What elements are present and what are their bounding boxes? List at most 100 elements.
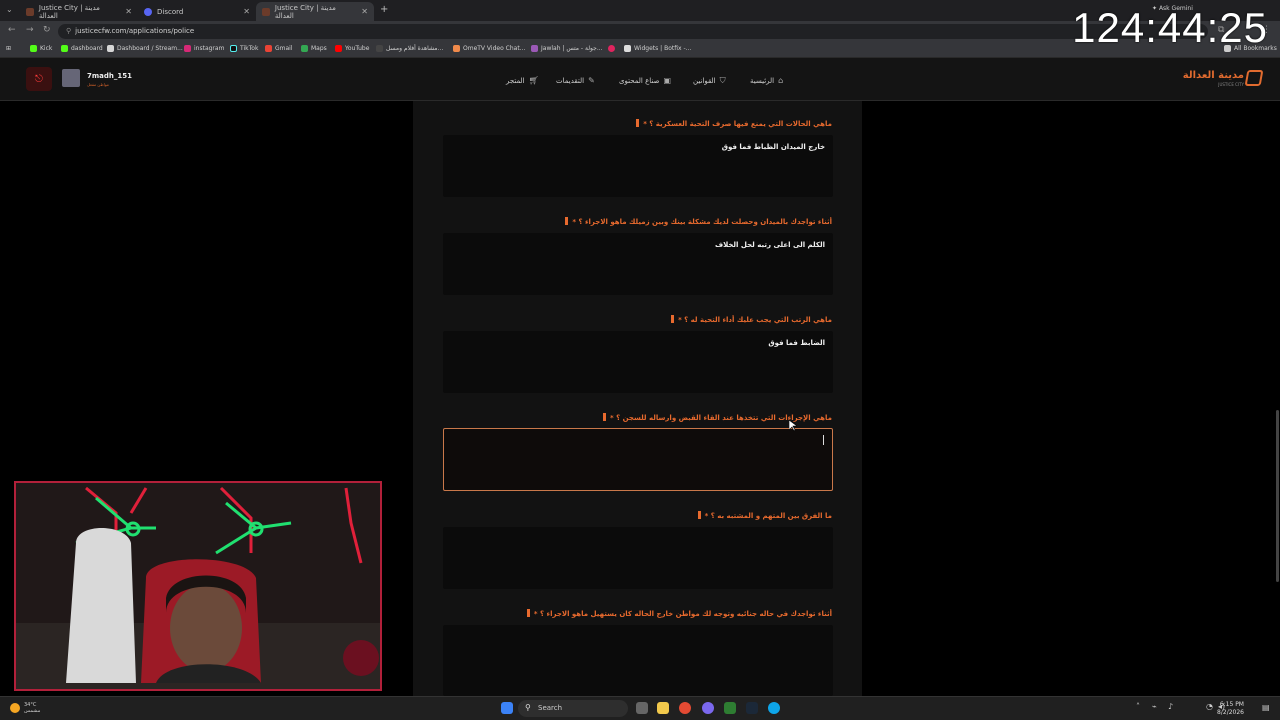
bookmark-dashboard-stream[interactable]: Dashboard / Stream... [107,45,183,52]
microphone-icon[interactable]: ♪ [1168,702,1173,711]
brand-sub: JUSTICE CITY [1218,82,1244,87]
tab-title: Justice City | مدينة العدالة [274,3,336,20]
bookmark-widgets[interactable]: Widgets | Botfix -... [624,45,691,52]
question-label: ماهي الحالات التي يمنع فيها صرف التحية ا… [636,119,832,128]
windows-start-icon[interactable] [501,702,513,714]
url-input[interactable]: ⚲ justicecfw.com/applications/police [58,24,1208,39]
bookmark-label: YouTube [345,45,370,52]
browser-tab-2[interactable]: Discord ✕ [138,2,256,21]
answer-text: الكلم الى اعلى رتبه لحل الخلاف [714,241,825,249]
back-icon[interactable]: ← [8,25,16,35]
site-favicon-icon [262,7,270,16]
weather-desc: مشمس [24,708,41,714]
reload-icon[interactable]: ↻ [43,25,51,35]
bookmark-ometv[interactable]: OmeTV Video Chat... [453,45,525,52]
apps-icon[interactable]: ⊞ [6,45,11,52]
youtube-icon [335,45,342,52]
answer-textarea-focused[interactable] [443,428,833,491]
question-label: ماهي الإجراءات التي تتخذها عند القاء الق… [603,413,832,422]
nav-label: الرئيسية [750,76,775,85]
bookmark-youtube[interactable]: YouTube [335,45,369,52]
bookmark-kick[interactable]: Kick [30,45,52,52]
bookmark-dashboard[interactable]: dashboard [61,45,103,52]
discord-icon [144,7,152,16]
avatar[interactable] [62,69,80,87]
nav-applications[interactable]: التقديمات ✎ [556,76,595,85]
tab-search-icon[interactable]: ⌄ [6,5,13,14]
site-header: ⎋ 7madh_151 مواطن مفعل المتجر 🛒︎ التقديما… [0,58,1280,101]
bookmark-label: Jawlah | جولة - متس... [541,45,603,52]
browser-tab-3[interactable]: Justice City | مدينة العدالة ✕ [256,2,374,21]
new-tab-icon[interactable]: + [380,4,388,15]
taskbar-search[interactable]: ⚲ Search [518,700,628,717]
page-scrollbar[interactable] [1276,410,1279,582]
weather-widget[interactable]: 34°C مشمس [24,702,40,714]
answer-textarea[interactable]: الكلم الى اعلى رتبه لحل الخلاف [443,233,833,295]
answer-text: الضابط فما فوق [768,339,825,347]
webcam-overlay [14,481,382,691]
logout-button[interactable]: ⎋ [26,67,52,91]
bookmark-jawlah[interactable]: Jawlah | جولة - متس... [531,45,603,52]
logout-icon: ⎋ [35,73,43,85]
answer-textarea[interactable]: الضابط فما فوق [443,331,833,393]
chrome-icon[interactable] [679,702,691,714]
taskbar-clock[interactable]: 6:15 PM 8/2/2026 [1217,701,1244,717]
bookmark-label: Dashboard / Stream... [117,45,183,52]
network-icon[interactable]: ⌁ [1152,702,1157,711]
task-view-icon[interactable] [636,702,648,714]
bookmark-label: Kick [40,45,53,52]
bookmark-maps[interactable]: Maps [301,45,327,52]
site-icon [608,45,615,52]
close-tab-icon[interactable]: ✕ [361,7,368,16]
edge-icon[interactable] [768,702,780,714]
nav-label: صناع المحتوى [619,76,660,85]
file-explorer-icon[interactable] [657,702,669,714]
user-role: مواطن مفعل [87,82,109,87]
bookmark-label: OmeTV Video Chat... [463,45,526,52]
site-icon [376,45,383,52]
bookmark-movies[interactable]: مشاهدة أفلام ومسل... [376,45,443,52]
kick-icon [61,45,68,52]
bookmark-red[interactable] [608,45,615,52]
weather-icon[interactable] [10,703,20,713]
question-label: أثناء تواجدك في حاله جنائيه وتوجه لك موا… [527,609,832,618]
discord-taskbar-icon[interactable] [702,702,714,714]
widgets-icon [624,45,631,52]
instagram-icon [184,45,191,52]
edit-icon: ✎ [588,76,595,85]
bookmark-label: Widgets | Botfix -... [634,45,692,52]
question-label: ماهي الرتب التي يجب عليك أداء التحية له … [671,315,832,324]
gmail-icon [265,45,272,52]
answer-textarea[interactable] [443,527,833,589]
shield-icon: ⛉ [719,76,726,85]
nav-home[interactable]: الرئيسية ⌂ [750,76,783,85]
site-logo[interactable]: مدينة العدالة JUSTICE CITY [1183,70,1244,87]
tray-chevron-icon[interactable]: ˄ [1136,702,1140,711]
url-text: justicecfw.com/applications/police [75,27,195,35]
wifi-icon[interactable]: ◔ [1206,702,1213,711]
windows-taskbar: 34°C مشمس ⚲ Search ˄ ⌁ ♪ ◔ ◂) 6:15 PM 8/2… [0,696,1280,720]
nav-store[interactable]: المتجر 🛒︎ [506,76,539,85]
xbox-icon[interactable] [724,702,736,714]
nav-content-creators[interactable]: صناع المحتوى ▣ [619,76,671,85]
brand-name: مدينة العدالة [1182,70,1244,81]
answer-textarea[interactable] [443,625,833,696]
nav-rules[interactable]: القوانين ⛉ [693,76,726,86]
bookmark-tiktok[interactable]: TikTok [230,45,258,52]
close-tab-icon[interactable]: ✕ [125,7,132,16]
browser-tab-1[interactable]: Justice City | مدينة العدالة ✕ [20,2,138,21]
site-favicon-icon [26,7,34,16]
nav-label: المتجر [506,76,525,85]
kick-icon [30,45,37,52]
bookmark-gmail[interactable]: Gmail [265,45,293,52]
forward-icon[interactable]: → [26,25,34,35]
username: 7madh_151 [87,72,132,80]
bookmark-label: Gmail [275,45,293,52]
steam-icon[interactable] [746,702,758,714]
question-label: أثناء تواجدك بالميدان وحصلت لديك مشكلة ب… [565,217,832,226]
answer-textarea[interactable]: خارج الميدان الظباط فما فوق [443,135,833,197]
notifications-icon[interactable]: ▤ [1262,703,1270,712]
site-info-icon[interactable]: ⚲ [66,27,71,35]
close-tab-icon[interactable]: ✕ [243,7,250,16]
bookmark-instagram[interactable]: instagram [184,45,224,52]
